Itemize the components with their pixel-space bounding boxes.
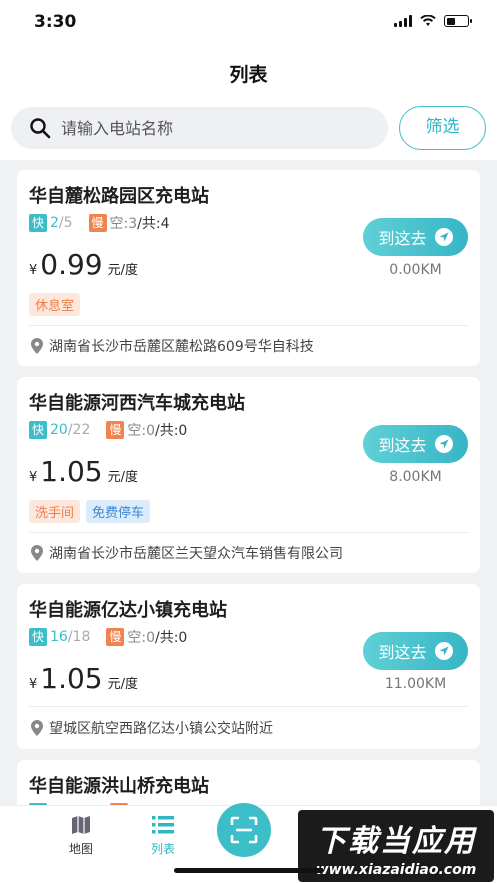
navigate-button[interactable]: 到这去 xyxy=(363,218,468,256)
fast-total: /18 xyxy=(67,629,91,645)
slow-tag: 慢 xyxy=(106,421,125,439)
fast-total: /22 xyxy=(67,422,91,438)
station-name: 华自能源河西汽车城充电站 xyxy=(29,393,245,414)
amenity-tag: 休息室 xyxy=(29,293,81,316)
nav-bar: 列表 xyxy=(0,46,497,98)
price-unit: 元/度 xyxy=(107,470,139,485)
location-pin-icon xyxy=(31,338,43,354)
address-text: 湖南省长沙市岳麓区麓松路609号华自科技 xyxy=(49,339,314,355)
charger-counts: 快 20 /22 慢 空:0 /共:0 xyxy=(29,420,187,440)
location-pin-icon xyxy=(31,545,43,561)
fast-available: 2 xyxy=(50,215,59,231)
navigate-label: 到这去 xyxy=(378,229,427,248)
station-address: 湖南省长沙市岳麓区麓松路609号华自科技 xyxy=(31,336,314,356)
amenity-tags: 休息室 xyxy=(29,293,81,316)
station-name: 华自能源洪山桥充电站 xyxy=(29,776,209,797)
price-unit: 元/度 xyxy=(107,677,139,692)
filter-button[interactable]: 筛选 xyxy=(399,106,486,150)
slow-total: /共:0 xyxy=(154,630,188,646)
fast-tag: 快 xyxy=(29,214,47,232)
fast-available: 16 xyxy=(50,629,68,645)
address-text: 望城区航空西路亿达小镇公交站附近 xyxy=(49,721,273,737)
amenity-tag: 洗手间 xyxy=(29,500,81,523)
price-value: 0.99 xyxy=(40,248,103,281)
watermark-title: 下载当应用 xyxy=(316,824,476,859)
slow-tag: 慢 xyxy=(106,628,125,646)
station-card[interactable]: 华自能源洪山桥充电站 xyxy=(17,760,480,805)
slow-free: 空:3 xyxy=(109,216,138,232)
slow-total: /共:4 xyxy=(137,216,170,232)
status-bar: 3:30 xyxy=(0,0,497,46)
page-title: 列表 xyxy=(229,64,268,86)
search-box[interactable] xyxy=(11,107,388,149)
charger-counts: 快 2 /5 慢 空:3 /共:4 xyxy=(29,213,170,233)
price-unit: 元/度 xyxy=(107,263,139,278)
distance: 0.00KM xyxy=(389,262,442,278)
tab-map[interactable]: 地图 xyxy=(41,814,121,857)
price: ¥ 1.05 元/度 xyxy=(29,662,138,695)
watermark: 下载当应用 www.xiazaidiao.com xyxy=(298,810,494,882)
navigate-button[interactable]: 到这去 xyxy=(363,632,468,670)
tab-map-label: 地图 xyxy=(68,842,93,856)
amenity-tags: 洗手间 免费停车 xyxy=(29,500,151,523)
amenity-tag: 免费停车 xyxy=(86,500,151,523)
list-icon xyxy=(152,816,174,834)
price: ¥ 0.99 元/度 xyxy=(29,248,138,281)
divider xyxy=(29,706,468,707)
search-input[interactable] xyxy=(61,118,361,138)
location-pin-icon xyxy=(31,720,43,736)
currency-symbol: ¥ xyxy=(29,677,38,692)
wifi-icon xyxy=(420,15,436,26)
fast-tag: 快 xyxy=(29,421,47,439)
status-time: 3:30 xyxy=(34,12,77,32)
search-bar: 筛选 xyxy=(0,98,497,160)
divider xyxy=(29,532,468,533)
charger-counts: 快 16 /18 慢 空:0 /共:0 xyxy=(29,627,187,647)
search-icon xyxy=(30,118,51,139)
price-value: 1.05 xyxy=(40,455,103,488)
station-card[interactable]: 华自能源亿达小镇充电站 快 16 /18 慢 空:0 /共:0 ¥ 1.05 元… xyxy=(17,584,480,749)
slow-tag: 慢 xyxy=(88,214,107,232)
fast-tag: 快 xyxy=(29,628,47,646)
watermark-url: www.xiazaidiao.com xyxy=(315,862,477,878)
battery-icon xyxy=(444,15,472,27)
price: ¥ 1.05 元/度 xyxy=(29,455,138,488)
slow-free: 空:0 xyxy=(127,630,155,646)
navigation-arrow-icon xyxy=(434,435,453,453)
scan-button[interactable] xyxy=(217,803,271,857)
currency-symbol: ¥ xyxy=(29,263,38,278)
signal-icon xyxy=(394,15,412,27)
station-card[interactable]: 华自麓松路园区充电站 快 2 /5 慢 空:3 /共:4 ¥ 0.99 元/度 … xyxy=(17,170,480,366)
navigate-label: 到这去 xyxy=(378,436,427,455)
navigation-arrow-icon xyxy=(434,642,453,660)
price-value: 1.05 xyxy=(40,662,103,695)
divider xyxy=(29,325,468,326)
slow-total: /共:0 xyxy=(154,423,188,439)
distance: 11.00KM xyxy=(384,676,447,692)
fast-total: /5 xyxy=(58,215,73,231)
station-list[interactable]: 华自麓松路园区充电站 快 2 /5 慢 空:3 /共:4 ¥ 0.99 元/度 … xyxy=(0,160,497,805)
station-name: 华自能源亿达小镇充电站 xyxy=(29,600,227,621)
tab-list[interactable]: 列表 xyxy=(123,814,203,857)
station-address: 湖南省长沙市岳麓区兰天望众汽车销售有限公司 xyxy=(31,543,343,563)
station-address: 望城区航空西路亿达小镇公交站附近 xyxy=(31,718,273,738)
distance: 8.00KM xyxy=(389,469,442,485)
tab-list-label: 列表 xyxy=(150,842,175,856)
navigation-arrow-icon xyxy=(434,228,453,246)
address-text: 湖南省长沙市岳麓区兰天望众汽车销售有限公司 xyxy=(49,546,343,562)
home-indicator xyxy=(174,868,324,873)
status-icons xyxy=(394,15,472,27)
fast-available: 20 xyxy=(50,422,68,438)
navigate-button[interactable]: 到这去 xyxy=(363,425,468,463)
map-icon xyxy=(72,816,90,834)
currency-symbol: ¥ xyxy=(29,470,38,485)
scan-icon xyxy=(230,816,258,844)
station-card[interactable]: 华自能源河西汽车城充电站 快 20 /22 慢 空:0 /共:0 ¥ 1.05 … xyxy=(17,377,480,573)
navigate-label: 到这去 xyxy=(378,643,427,662)
station-name: 华自麓松路园区充电站 xyxy=(29,186,209,207)
slow-free: 空:0 xyxy=(127,423,155,439)
